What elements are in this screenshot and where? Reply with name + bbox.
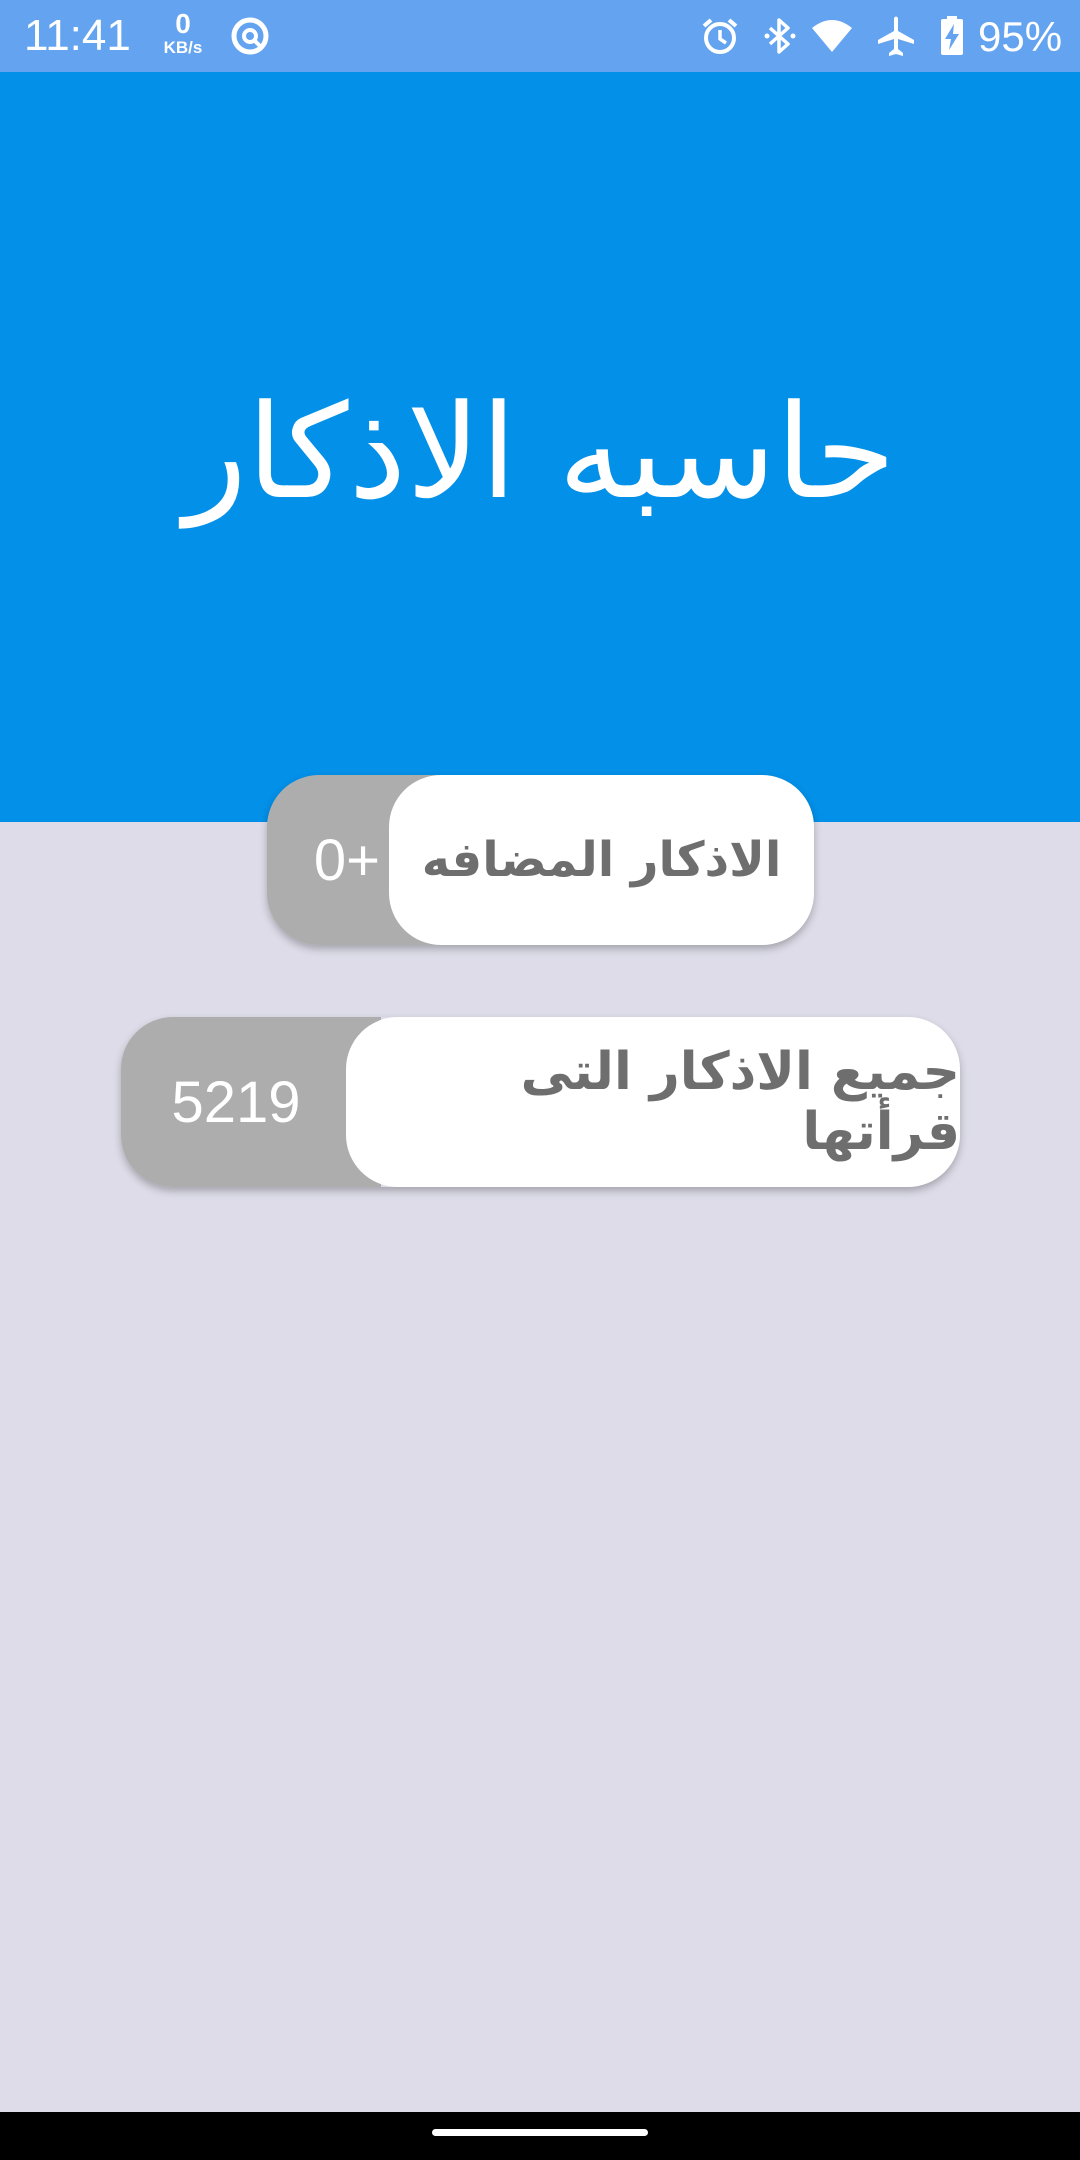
wifi-icon <box>812 20 852 52</box>
airplane-icon <box>878 16 914 56</box>
added-azkar-count: 0+ <box>313 827 381 893</box>
network-speed-value: 0 <box>175 8 191 39</box>
page-title: حاسبه الاذكار <box>184 376 896 528</box>
network-speed-unit: KB/s <box>163 38 203 57</box>
status-bar: 11:41 0 KB/s 95% <box>0 0 1080 72</box>
data-saver-icon <box>231 17 269 55</box>
total-azkar-count-box: 5219 <box>121 1017 381 1187</box>
navigation-bar <box>0 2112 1080 2160</box>
status-time: 11:41 <box>24 11 131 60</box>
total-azkar-counter[interactable]: 5219 جميع الاذكار التى قرأتها <box>121 1017 960 1187</box>
added-azkar-counter[interactable]: 0+ الاذكار المضافه <box>267 775 814 945</box>
alarm-icon <box>702 18 738 54</box>
network-speed: 0 KB/s <box>160 8 206 57</box>
app-header: حاسبه الاذكار <box>0 72 1080 822</box>
battery-charging-icon <box>941 16 963 55</box>
added-azkar-label: الاذكار المضافه <box>389 775 814 945</box>
home-gesture-handle[interactable] <box>432 2129 648 2136</box>
battery-percent: 95% <box>978 13 1063 60</box>
total-azkar-count: 5219 <box>171 1069 301 1135</box>
total-azkar-label: جميع الاذكار التى قرأتها <box>346 1017 960 1187</box>
bluetooth-icon <box>764 18 796 54</box>
